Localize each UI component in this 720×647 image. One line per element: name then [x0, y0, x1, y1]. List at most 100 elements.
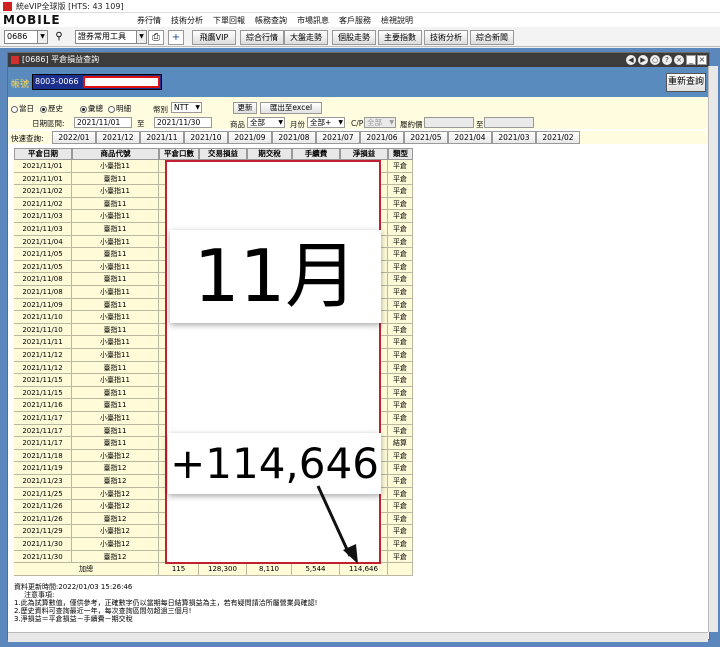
menu-service[interactable]: 客戶服務	[334, 15, 376, 26]
table-cell: 小臺指11	[72, 374, 159, 387]
toolbar: 0686 ▼ ⚲ 證券常用工具 ▼ ⎙ + 飛鷹VIP 綜合行情 大盤走勢 個股…	[0, 27, 720, 47]
quick-tab-2021-12[interactable]: 2021/12	[96, 131, 140, 144]
table-cell: 臺指11	[72, 399, 159, 412]
quotes-button[interactable]: 綜合行情	[240, 30, 284, 45]
quick-tab-2022-01[interactable]: 2022/01	[52, 131, 96, 144]
minimize-icon[interactable]: _	[686, 55, 696, 65]
table-cell: 平倉	[388, 449, 413, 463]
table-cell: 臺指11	[72, 386, 159, 400]
table-cell: 平倉	[388, 336, 413, 349]
col-header-trade-pnl[interactable]: 交易損益	[199, 148, 247, 160]
table-cell: 2021/11/12	[14, 361, 72, 375]
export-excel-button[interactable]: 匯出至excel	[260, 102, 322, 114]
total-cell: 115	[159, 563, 199, 576]
printer-icon[interactable]: ⎙	[148, 30, 164, 45]
menu-help[interactable]: 檢視說明	[376, 15, 418, 26]
table-cell: 2021/11/26	[14, 512, 72, 526]
prev-icon[interactable]: ◀	[626, 55, 636, 65]
quick-tab-2021-02[interactable]: 2021/02	[536, 131, 580, 144]
strike-from-input[interactable]	[424, 117, 474, 128]
vip-button[interactable]: 飛鷹VIP	[192, 30, 236, 45]
app-titlebar: 統eVIP全球版 [HTS: 43 109]	[0, 0, 720, 13]
next-icon[interactable]: ▶	[638, 55, 648, 65]
quick-tab-2021-08[interactable]: 2021/08	[272, 131, 316, 144]
table-cell: 平倉	[388, 462, 413, 475]
product-select[interactable]: 全部 ▼	[247, 117, 285, 128]
index-trend-button[interactable]: 大盤走勢	[284, 30, 328, 45]
strike-to-input[interactable]	[484, 117, 534, 128]
quick-tab-2021-10[interactable]: 2021/10	[184, 131, 228, 144]
function-code-input[interactable]: 0686	[4, 30, 38, 44]
chevron-down-icon[interactable]: ▼	[38, 30, 48, 44]
major-index-button[interactable]: 主要指數	[378, 30, 422, 45]
menu-tech-analysis[interactable]: 技術分析	[166, 15, 208, 26]
table-cell: 2021/11/02	[14, 185, 72, 198]
note-line-2: 2.歷史資料可查詢最近一年，每次查詢區間勿超過三個月!	[14, 607, 192, 615]
table-cell: 2021/11/29	[14, 525, 72, 538]
quick-tab-2021-04[interactable]: 2021/04	[448, 131, 492, 144]
quick-tab-2021-05[interactable]: 2021/05	[404, 131, 448, 144]
date-to-input[interactable]: 2021/11/30	[154, 117, 212, 128]
chevron-down-icon: ▼	[389, 119, 394, 126]
help-icon[interactable]: ?	[662, 55, 672, 65]
circle-icon[interactable]: ○	[650, 55, 660, 65]
currency-select[interactable]: NTT ▼	[171, 102, 202, 113]
col-header-type[interactable]: 類型	[388, 148, 413, 160]
col-header-date[interactable]: 平倉日期	[14, 148, 72, 160]
chevron-down-icon: ▼	[278, 119, 283, 126]
cp-select[interactable]: 全部 ▼	[364, 117, 396, 128]
update-time: 資料更新時間:2022/01/03 15:26:46	[14, 583, 133, 591]
menu-order[interactable]: 下單回報	[208, 15, 250, 26]
table-cell: 小臺指11	[72, 412, 159, 425]
radio-summary[interactable]: 彙總	[80, 103, 103, 114]
menu-account[interactable]: 帳務查詢	[250, 15, 292, 26]
table-cell: 平倉	[388, 323, 413, 337]
menu-quotes[interactable]: 券行情	[132, 15, 166, 26]
table-cell: 平倉	[388, 273, 413, 286]
radio-today[interactable]: 當日	[11, 103, 34, 114]
quick-tab-2021-09[interactable]: 2021/09	[228, 131, 272, 144]
requery-button[interactable]: 重新查詢	[666, 73, 706, 92]
table-cell: 2021/11/15	[14, 374, 72, 387]
search-icon[interactable]: ⚲	[51, 30, 67, 45]
account-select[interactable]: 8003-0066	[32, 74, 162, 90]
table-cell: 2021/11/26	[14, 500, 72, 513]
product-label: 商品	[230, 120, 245, 129]
col-header-tax[interactable]: 期交稅	[247, 148, 292, 160]
news-button[interactable]: 綜合新聞	[470, 30, 514, 45]
chevron-down-icon[interactable]: ▼	[137, 30, 147, 44]
table-cell: 臺指11	[72, 197, 159, 211]
table-cell: 2021/11/10	[14, 311, 72, 324]
table-cell: 2021/11/17	[14, 424, 72, 438]
month-select[interactable]: 全部+ ▼	[307, 117, 345, 128]
table-cell: 2021/11/02	[14, 197, 72, 211]
table-cell: 小臺指11	[72, 235, 159, 249]
tech-analysis-button[interactable]: 技術分析	[424, 30, 468, 45]
vertical-scrollbar[interactable]	[708, 66, 718, 632]
close-icon[interactable]: ×	[697, 55, 707, 65]
tool-select[interactable]: 證券常用工具	[75, 30, 137, 44]
quick-query-bar: 快速查詢: 2022/01 2021/12 2021/11 2021/10 20…	[8, 131, 709, 144]
radio-history[interactable]: 歷史	[40, 103, 63, 114]
date-from-input[interactable]: 2021/11/01	[74, 117, 132, 128]
quick-tab-2021-06[interactable]: 2021/06	[360, 131, 404, 144]
stock-trend-button[interactable]: 個股走勢	[332, 30, 376, 45]
col-header-net[interactable]: 淨損益	[340, 148, 388, 160]
quick-tab-2021-11[interactable]: 2021/11	[140, 131, 184, 144]
quick-tab-2021-03[interactable]: 2021/03	[492, 131, 536, 144]
quick-tab-2021-07[interactable]: 2021/07	[316, 131, 360, 144]
note-line-1: 1.此為試算數值，僅供參考，正確數字仍以當期每日結算損益為主，若有疑問請洽所屬營…	[14, 599, 318, 607]
menu-market-info[interactable]: 市場訊息	[292, 15, 334, 26]
radio-detail[interactable]: 明細	[108, 103, 131, 114]
close-circle-icon[interactable]: ×	[674, 55, 684, 65]
table-cell: 平倉	[388, 160, 413, 173]
add-window-icon[interactable]: +	[168, 30, 184, 45]
table-cell: 2021/11/04	[14, 235, 72, 249]
col-header-fee[interactable]: 手續費	[292, 148, 340, 160]
col-header-lots[interactable]: 平倉口數	[159, 148, 199, 160]
account-number: 8003-0066	[35, 77, 79, 86]
col-header-product[interactable]: 商品代號	[72, 148, 159, 160]
notes-section: 資料更新時間:2022/01/03 15:26:46 注意事項: 1.此為試算數…	[14, 583, 614, 623]
horizontal-scrollbar[interactable]	[8, 632, 708, 642]
refresh-button[interactable]: 更新	[233, 102, 257, 114]
